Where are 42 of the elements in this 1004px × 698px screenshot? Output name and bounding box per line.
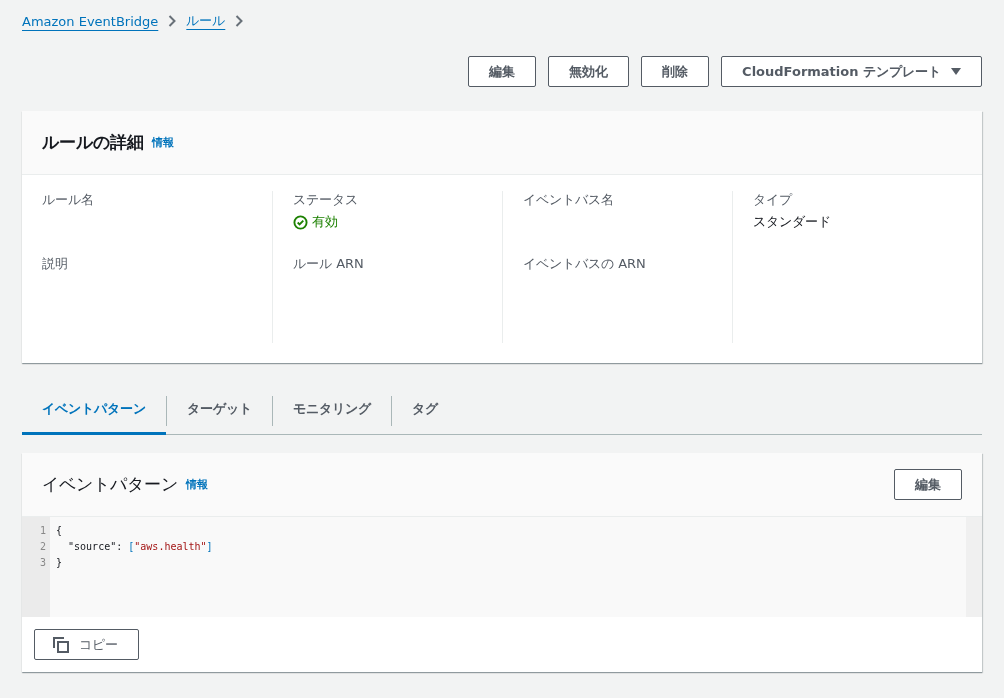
field-label: イベントバス名 [523,191,615,209]
section-title: ルールの詳細 [42,131,144,154]
code-token: ] [206,540,213,554]
caret-down-icon [951,67,961,76]
field-label: ルール名 [42,191,95,209]
check-circle-icon [293,214,308,230]
code-editor[interactable]: 1 2 3 { "source": ["aws.health"] } [22,517,982,617]
field-label: ルール ARN [293,255,365,273]
info-link[interactable]: 情報 [186,477,208,492]
code-token: [ [128,540,135,554]
status-value: 有効 [293,213,482,231]
chevron-right-icon [235,15,244,27]
code-token: { [56,524,63,538]
dropdown-button[interactable]: CloudFormation テンプレート [721,56,982,87]
field-label: ステータス [293,191,359,209]
tab[interactable]: タグ [392,386,458,435]
breadcrumb-link[interactable]: ルール [186,12,226,30]
code-token: "aws.health" [134,540,207,554]
line-number: 1 [39,524,46,538]
info-link[interactable]: 情報 [152,135,174,150]
tab[interactable]: モニタリング [273,386,391,435]
line-number: 2 [39,540,46,554]
breadcrumb-link[interactable]: Amazon EventBridge [22,13,159,29]
edit-button[interactable]: 編集 [894,469,962,500]
copy-button[interactable]: コピー [34,629,139,660]
section-title: イベントパターン [42,473,178,496]
field-label: 説明 [42,255,69,273]
action-button[interactable]: 編集 [468,56,537,87]
tab[interactable]: ターゲット [167,386,272,435]
line-number: 3 [39,556,46,570]
action-button[interactable]: 無効化 [548,56,630,87]
copy-icon [53,636,69,653]
action-button[interactable]: 削除 [641,56,710,87]
code-token: } [56,556,63,570]
chevron-right-icon [168,15,177,27]
scrollbar[interactable] [966,517,982,617]
field-label: イベントバスの ARN [523,255,647,273]
code-token: "source" [67,540,117,554]
field-value: スタンダード [753,213,832,231]
code-token: : [116,540,124,554]
tab[interactable]: イベントパターン [22,386,166,435]
field-label: タイプ [753,191,794,209]
